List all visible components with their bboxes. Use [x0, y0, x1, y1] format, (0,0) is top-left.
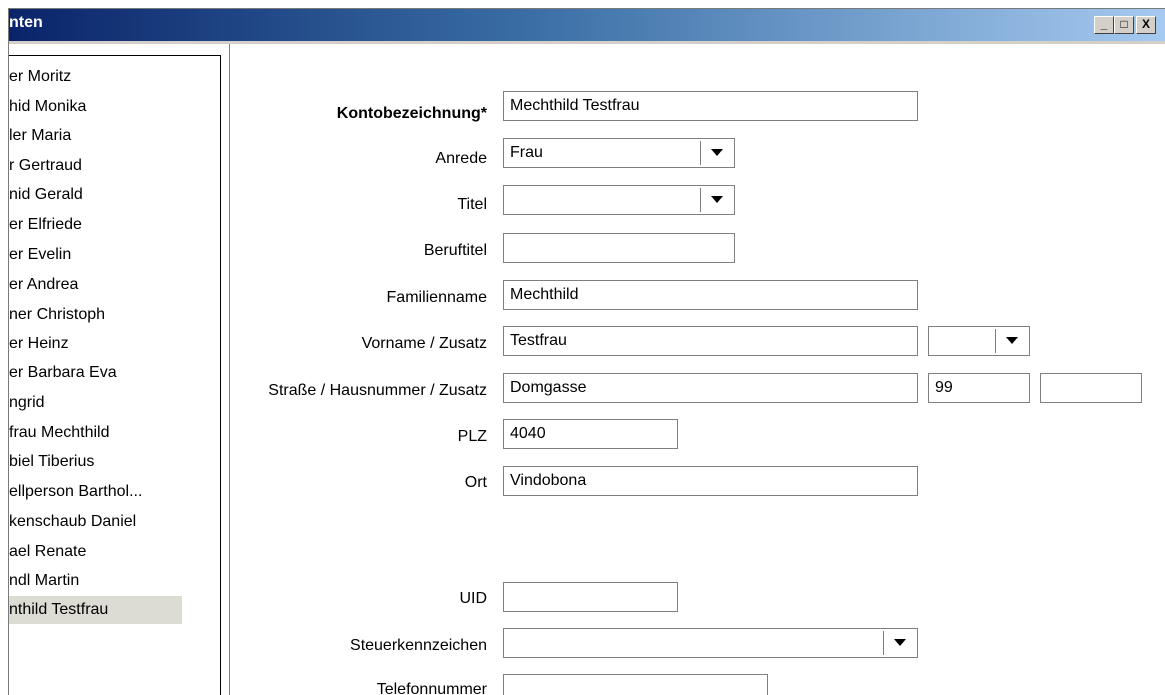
list-item[interactable]: kenschaub Daniel — [9, 508, 136, 536]
kontobezeichnung-label: Kontobezeichnung* — [336, 105, 487, 122]
list-item[interactable]: er Evelin — [9, 241, 71, 269]
telefonnummer-field[interactable] — [503, 674, 768, 695]
close-button[interactable]: X — [1136, 16, 1156, 34]
list-item[interactable]: nid Gerald — [9, 181, 83, 209]
list-item[interactable]: er Andrea — [9, 271, 78, 299]
beruftitel-label: Beruftitel — [423, 242, 487, 259]
anrede-select[interactable]: Frau — [503, 138, 735, 168]
chevron-down-icon[interactable] — [700, 141, 732, 165]
title-bar[interactable]: nten _ □ X — [9, 9, 1165, 41]
hausnummer-field[interactable]: 99 — [928, 373, 1030, 403]
strasse-label: Straße / Hausnummer / Zusatz — [268, 382, 487, 399]
list-item-selected[interactable]: nthild Testfrau — [9, 596, 182, 624]
chevron-down-icon[interactable] — [700, 188, 732, 212]
list-item[interactable]: frau Mechthild — [9, 419, 110, 447]
list-item[interactable]: er Elfriede — [9, 211, 82, 239]
ort-field[interactable]: Vindobona — [503, 466, 918, 496]
list-item[interactable]: hid Monika — [9, 93, 86, 121]
chevron-down-icon[interactable] — [883, 631, 915, 655]
titel-label: Titel — [457, 196, 487, 213]
minimize-button[interactable]: _ — [1094, 16, 1114, 34]
chevron-down-icon[interactable] — [995, 329, 1027, 353]
ort-label: Ort — [464, 474, 487, 491]
list-item[interactable]: biel Tiberius — [9, 448, 94, 476]
list-item[interactable]: ner Christoph — [9, 301, 105, 329]
beruftitel-field[interactable] — [503, 233, 735, 263]
anrede-value: Frau — [510, 144, 543, 161]
panel-divider — [229, 44, 230, 695]
list-item[interactable]: ndl Martin — [9, 567, 79, 595]
steuerkennzeichen-label: Steuerkennzeichen — [350, 637, 487, 654]
familienname-label: Familienname — [386, 289, 487, 306]
list-item[interactable]: er Heinz — [9, 330, 69, 358]
steuerkennzeichen-select[interactable] — [503, 628, 918, 658]
title-bar-border — [9, 41, 1165, 44]
list-item[interactable]: ellperson Barthol... — [9, 478, 142, 506]
vorname-zusatz-select[interactable] — [928, 326, 1030, 356]
account-list[interactable]: er Moritz hid Monika ler Maria r Gertrau… — [9, 55, 221, 695]
plz-field[interactable]: 4040 — [503, 419, 678, 449]
strasse-field[interactable]: Domgasse — [503, 373, 918, 403]
familienname-field[interactable]: Mechthild — [503, 280, 918, 310]
telefonnummer-label: Telefonnummer — [376, 681, 487, 695]
anrede-label: Anrede — [435, 150, 487, 167]
list-item[interactable]: er Moritz — [9, 63, 71, 91]
titel-select[interactable] — [503, 185, 735, 215]
vorname-field[interactable]: Testfrau — [503, 326, 918, 356]
strasse-zusatz-field[interactable] — [1040, 373, 1142, 403]
list-item[interactable]: r Gertraud — [9, 152, 82, 180]
window-title: nten — [9, 14, 43, 31]
window: nten _ □ X er Moritz hid Monika ler Mari… — [8, 8, 1165, 695]
uid-label: UID — [459, 590, 487, 607]
list-item[interactable]: ael Renate — [9, 538, 86, 566]
maximize-button[interactable]: □ — [1114, 16, 1134, 34]
uid-field[interactable] — [503, 582, 678, 612]
vorname-label: Vorname / Zusatz — [361, 335, 487, 352]
list-item[interactable]: ler Maria — [9, 122, 71, 150]
list-item[interactable]: ngrid — [9, 389, 45, 417]
list-item[interactable]: er Barbara Eva — [9, 359, 117, 387]
plz-label: PLZ — [457, 428, 487, 445]
kontobezeichnung-field[interactable]: Mechthild Testfrau — [503, 91, 918, 121]
